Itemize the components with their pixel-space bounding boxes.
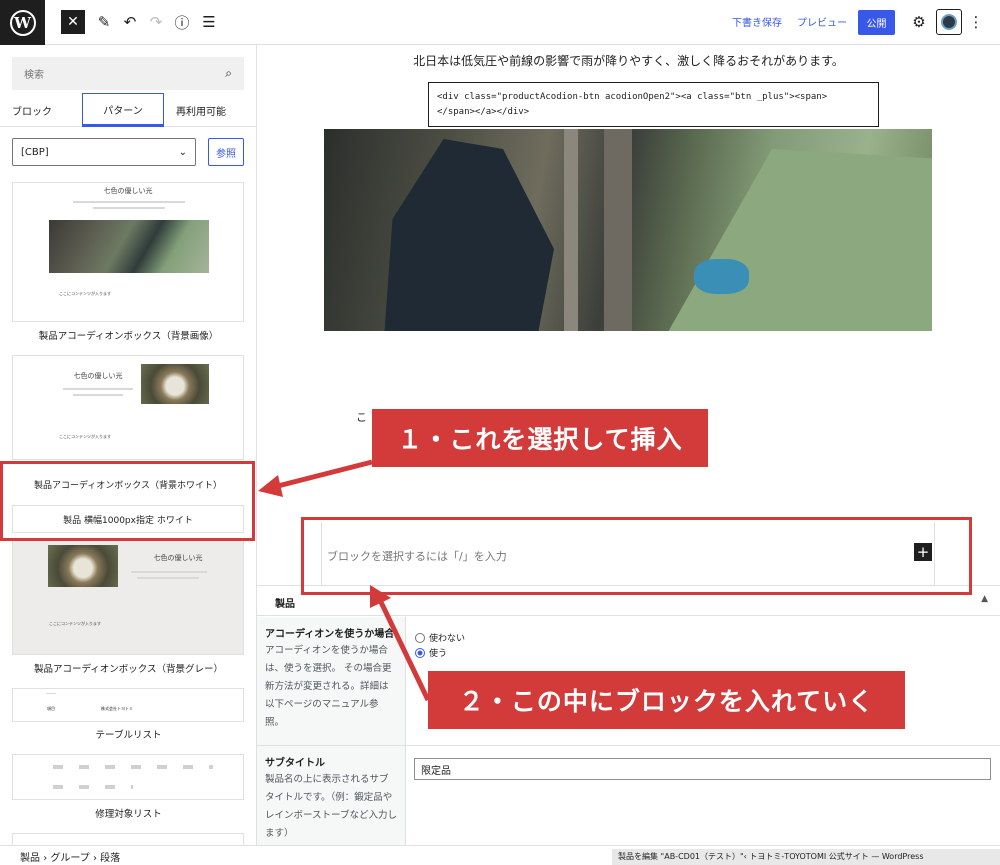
search-placeholder: 検索 <box>24 70 44 81</box>
code-line: </span></a></div> <box>437 107 530 117</box>
paragraph-block[interactable]: 北日本は低気圧や前線の影響で雨が降りやすく、激しく降るおそれがあります。 <box>257 52 1000 69</box>
radio-option-use[interactable]: 使う <box>415 646 447 659</box>
pattern-label[interactable]: 製品アコーディオンボックス（背景画像） <box>0 328 256 342</box>
subtitle-field-label: サブタイトル 製品名の上に表示されるサブタイトルです。（例：鍛定品やレインボース… <box>257 746 406 846</box>
meta-box-title: 製品 <box>275 599 295 610</box>
image-tree <box>564 129 578 331</box>
pattern-preview-repair-list[interactable] <box>12 754 244 800</box>
wordpress-logo-icon[interactable]: W <box>0 0 45 45</box>
pattern-mini-note: ここにコンテンツが入ります <box>59 291 111 296</box>
pattern-preview-bg-white[interactable]: 七色の優しい光 ここにコンテンツが入ります <box>12 355 244 460</box>
pattern-preview-next[interactable] <box>12 833 244 845</box>
pattern-mini-title: 七色の優しい光 <box>103 187 153 195</box>
browse-patterns-button[interactable]: 参照 <box>208 138 244 166</box>
mini-stove-image <box>141 364 209 404</box>
pencil-tools-icon[interactable]: ✎ <box>92 10 116 34</box>
pattern-preview-bg-image[interactable]: 七色の優しい光 ここにコンテンツが入ります <box>12 182 244 322</box>
save-draft-button[interactable]: 下書き保存 <box>732 14 782 29</box>
highlight-box-inner-blocks <box>301 517 972 595</box>
radio-button[interactable] <box>415 632 425 643</box>
mini-text-line <box>53 785 133 789</box>
more-options-icon[interactable]: ⋮ <box>964 10 988 34</box>
pattern-label[interactable]: 修理対象リスト <box>0 806 256 820</box>
window-title-bar: 製品を編集 "AB-CD01（テスト）"‹ トヨトミ-TOYOTOMI 公式サイ… <box>612 849 1000 865</box>
editor-canvas: 北日本は低気圧や前線の影響で雨が降りやすく、激しく降るおそれがあります。 <di… <box>257 45 1000 586</box>
breadcrumb-item[interactable]: 段落 <box>100 853 120 864</box>
field-title: サブタイトル <box>265 758 325 769</box>
image-tent <box>664 149 932 331</box>
mini-text-line <box>73 394 123 396</box>
pattern-preview-table[interactable]: 項目 株式会社トヨトミ <box>12 688 244 722</box>
callout-step-2: ２・この中にブロックを入れていく <box>428 671 905 729</box>
subtitle-input[interactable]: 限定品 <box>414 758 991 780</box>
breadcrumb-item[interactable]: グループ <box>50 853 89 864</box>
html-code-block[interactable]: <div class="productAcodion-btn acodionOp… <box>428 82 879 127</box>
field-title: アコーディオンを使うか場合 <box>265 629 395 640</box>
undo-icon[interactable]: ↶ <box>118 10 142 34</box>
code-line: <div class="productAcodion-btn acodionOp… <box>437 92 828 102</box>
preview-button[interactable]: プレビュー <box>797 14 847 29</box>
field-description: アコーディオンを使うか場合は、使うを選択。 その場合更新方法が変更される。詳細は… <box>265 645 392 728</box>
mini-text-line <box>131 571 207 573</box>
accordion-field-label: アコーディオンを使うか場合 アコーディオンを使うか場合は、使うを選択。 その場合… <box>257 617 406 745</box>
tab-blocks[interactable]: ブロック <box>12 93 52 127</box>
search-icon: ⌕ <box>225 66 232 80</box>
pattern-label[interactable]: テーブルリスト <box>0 727 256 741</box>
tab-patterns[interactable]: パターン <box>82 93 164 127</box>
radio-label: 使う <box>429 649 448 659</box>
pattern-category-select[interactable]: [CBP] ⌄ <box>12 138 196 166</box>
hero-image-camping[interactable] <box>324 129 932 331</box>
breadcrumb: 製品 › グループ › 段落 <box>20 849 120 864</box>
info-icon[interactable]: ⓘ <box>170 10 194 34</box>
field-description: 製品名の上に表示されるサブタイトルです。（例：鍛定品やレインボーストーブなど入力… <box>265 774 397 839</box>
category-value: [CBP] <box>21 146 49 158</box>
highlight-box-pattern <box>0 461 255 541</box>
image-bag <box>694 259 749 294</box>
radio-button-checked[interactable] <box>415 647 425 658</box>
mini-text-line <box>63 388 133 390</box>
radio-label: 使わない <box>429 634 466 644</box>
mini-stove-image <box>48 545 118 587</box>
mini-forest-image <box>49 220 209 273</box>
collapse-arrow-icon[interactable]: ▲ <box>981 594 988 604</box>
mini-text-line <box>46 693 56 694</box>
partial-text[interactable]: こ <box>356 409 367 425</box>
pattern-mini-note: ここにコンテンツが入ります <box>49 621 101 626</box>
pattern-mini-note: ここにコンテンツが入ります <box>59 434 111 439</box>
inserter-tabs: ブロック パターン 再利用可能 <box>0 93 256 127</box>
pattern-preview-bg-grey[interactable]: 七色の優しい光 ここにコンテンツが入ります <box>12 540 244 655</box>
settings-gear-icon[interactable]: ⚙ <box>907 10 931 34</box>
mini-text-line <box>93 207 165 209</box>
mini-table-cell: 項目 <box>47 706 55 711</box>
redo-icon[interactable]: ↷ <box>144 10 168 34</box>
mini-text-line <box>53 765 213 769</box>
editor-header: W ✕ ✎ ↶ ↷ ⓘ ☰ 下書き保存 プレビュー 公開 ⚙ ⋮ <box>0 0 1000 45</box>
mini-table-cell: 株式会社トヨトミ <box>101 706 133 711</box>
search-input[interactable]: 検索 ⌕ <box>12 57 244 90</box>
close-inserter-icon[interactable]: ✕ <box>61 10 85 34</box>
tab-reusable[interactable]: 再利用可能 <box>176 93 226 127</box>
pattern-label[interactable]: 製品アコーディオンボックス（背景グレー） <box>0 661 256 675</box>
breadcrumb-item[interactable]: 製品 <box>20 853 40 864</box>
publish-button[interactable]: 公開 <box>858 10 895 35</box>
chevron-down-icon: ⌄ <box>178 146 187 158</box>
list-view-icon[interactable]: ☰ <box>197 10 221 34</box>
image-tree <box>604 129 632 331</box>
pattern-mini-title: 七色の優しい光 <box>153 554 203 562</box>
plugin-icon[interactable] <box>936 9 962 35</box>
mini-text-line <box>137 577 199 579</box>
radio-option-not-use[interactable]: 使わない <box>415 631 465 644</box>
mini-text-line <box>73 201 185 203</box>
block-inserter-panel: 検索 ⌕ ブロック パターン 再利用可能 [CBP] ⌄ 参照 七色の優しい光 … <box>0 45 257 845</box>
callout-step-1: １・これを選択して挿入 <box>372 409 708 467</box>
image-person <box>384 139 554 331</box>
block-breadcrumb-bar: 製品 › グループ › 段落 製品を編集 "AB-CD01（テスト）"‹ トヨト… <box>0 845 1000 865</box>
